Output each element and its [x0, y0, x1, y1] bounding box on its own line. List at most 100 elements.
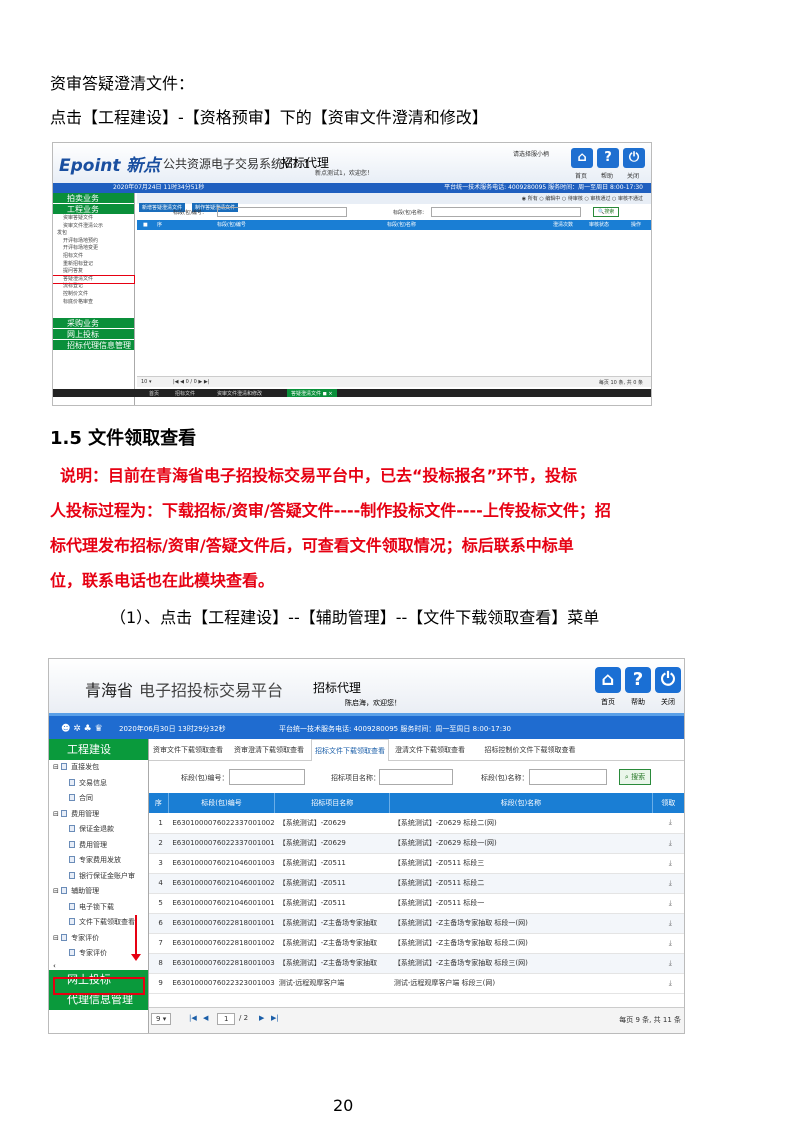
table-row: 7 E6301000076022818001002 【系统测试】-Z主备场专家抽取【… — [149, 933, 684, 954]
filter-project-input[interactable] — [379, 769, 453, 785]
select-all-checkbox[interactable]: ■ — [143, 220, 148, 230]
page-size-select[interactable]: 9 ▾ — [151, 1013, 172, 1025]
tab-clarify-download[interactable]: 澄清文件下载领取查看 — [391, 739, 469, 761]
bottom-tab-active[interactable]: 答疑澄清文件 ◼ × — [287, 389, 337, 397]
tree-item[interactable]: 资审答疑文件 — [53, 215, 134, 223]
tree-item-file-download[interactable]: 文件下载领取查看 — [49, 915, 148, 931]
col-project[interactable]: 招标项目名称 — [274, 793, 391, 813]
tree-item[interactable]: 合同 — [49, 791, 148, 807]
search-button[interactable]: ⌕ 搜索 — [619, 769, 651, 785]
side-group-engineering[interactable]: 工程建设 — [49, 739, 148, 760]
tree-item[interactable]: 专家费用发放 — [49, 853, 148, 869]
tab-tender-download[interactable]: 招标文件下载领取查看 — [311, 739, 389, 761]
side-group-auction[interactable]: 拍卖业务 — [53, 193, 134, 204]
first-page-button[interactable]: |◀ — [189, 1014, 197, 1022]
side-scrollbar[interactable]: ‹ — [49, 962, 148, 970]
filter-label-section: 标段(包)名称： — [481, 774, 529, 782]
side-group-agency[interactable]: 招标代理信息管理 — [53, 340, 134, 352]
side-group-bidding[interactable]: 网上投标 — [53, 329, 134, 341]
filter-code-input[interactable] — [229, 769, 305, 785]
tree-item[interactable]: 开评标场地变更 — [53, 245, 134, 253]
tab-prequal-clarify[interactable]: 资审澄清下载领取查看 — [229, 739, 309, 761]
download-icon[interactable]: ⤓ — [652, 953, 684, 974]
side-group-purchase[interactable]: 采购业务 — [53, 318, 134, 330]
col-status[interactable]: 审核状态 — [589, 220, 609, 230]
folder-icon — [61, 763, 68, 770]
tree-node[interactable]: ⊟ 直接发包 — [49, 760, 148, 776]
tab-control-price-download[interactable]: 招标控制价文件下载领取查看 — [471, 739, 589, 761]
radio-all[interactable]: ◉ 所有 — [522, 196, 538, 202]
bottom-tab[interactable]: 招标文件 — [175, 390, 195, 397]
table-row: 4 E6301000076021046001002 【系统测试】-Z0511 【系统测… — [149, 873, 684, 894]
page-icon — [69, 918, 75, 925]
bottom-tab[interactable]: 首页 — [149, 390, 159, 397]
download-icon[interactable]: ⤓ — [652, 853, 684, 874]
cell-section: 【系统测试】-Z主备场专家抽取 标段一(网) — [389, 913, 653, 934]
filter-code-input[interactable] — [217, 207, 347, 217]
tree-item[interactable]: 发包 — [53, 230, 134, 238]
tab-prequal-download[interactable]: 资审文件下载领取查看 — [149, 739, 227, 761]
filter-name-input[interactable] — [431, 207, 581, 217]
col-section[interactable]: 标段(包)名称 — [389, 793, 653, 813]
radio-rejected[interactable]: ○ 审核不通过 — [612, 196, 643, 202]
search-button[interactable]: 🔍搜索 — [593, 207, 620, 217]
side-group-engineering[interactable]: 工程业务 — [53, 204, 134, 215]
cell-code: E6301000076022818001002 — [168, 933, 275, 954]
power-icon[interactable]: ⏻ — [623, 148, 645, 168]
folder-icon — [61, 933, 68, 941]
col-name[interactable]: 标段(包)名称 — [387, 220, 416, 230]
download-icon[interactable]: ⤓ — [652, 813, 684, 834]
tree-item[interactable]: 标底价格审查 — [53, 299, 134, 307]
power-icon[interactable]: ⏻ — [655, 667, 681, 693]
tree-item[interactable]: 电子锁下载 — [49, 900, 148, 916]
tree-item[interactable]: 交易信息 — [49, 776, 148, 792]
tree-item[interactable]: 保证金退款 — [49, 822, 148, 838]
tree-item[interactable]: 银行保证金账户审 — [49, 869, 148, 885]
table-row: 3 E6301000076021046001003 【系统测试】-Z0511 【系统测… — [149, 853, 684, 874]
section-heading: 1.5 文件领取查看 — [50, 428, 197, 449]
cell-project: 【系统测试】-Z0511 — [274, 873, 390, 894]
download-icon[interactable]: ⤓ — [652, 913, 684, 934]
cell-section: 【系统测试】-Z0511 标段三 — [389, 853, 653, 874]
table-row: 8 E6301000076022818001003 【系统测试】-Z主备场专家抽取【… — [149, 953, 684, 974]
help-icon[interactable]: ? — [625, 667, 651, 693]
tree-item[interactable]: 提问答复 — [53, 268, 134, 276]
download-icon[interactable]: ⤓ — [652, 933, 684, 954]
col-code[interactable]: 标段(包)编号 — [168, 793, 276, 813]
home-icon[interactable]: ⌂ — [595, 667, 621, 693]
download-icon[interactable]: ⤓ — [652, 973, 684, 994]
col-count[interactable]: 澄清次数 — [553, 220, 573, 230]
download-icon[interactable]: ⤓ — [652, 893, 684, 914]
help-icon[interactable]: ? — [597, 148, 619, 168]
page-size-select[interactable]: 10 ▾ — [141, 379, 151, 385]
prev-page-button[interactable]: ◀ — [203, 1014, 208, 1022]
user-greeting: 陈启海，欢迎您！ — [345, 699, 401, 707]
radio-pending[interactable]: ○ 待审核 — [562, 196, 583, 202]
next-page-button[interactable]: ▶ — [259, 1014, 264, 1022]
note-line-2: 人投标过程为：下载招标/资审/答疑文件----制作投标文件----上传投标文件；… — [50, 501, 611, 520]
col-code[interactable]: 标段(包)编号 — [217, 220, 246, 230]
tree-node[interactable]: ⊟ 专家评价 — [49, 931, 148, 947]
page-nav[interactable]: |◀ ◀ 0 / 0 ▶ ▶| — [173, 379, 209, 385]
filter-label-project: 招标项目名称： — [331, 774, 380, 782]
tree-item[interactable]: 流标登记 — [53, 283, 134, 291]
tree-node[interactable]: ⊟ 辅助管理 — [49, 884, 148, 900]
tree-item[interactable]: 费用管理 — [49, 838, 148, 854]
home-label: 首页 — [601, 698, 615, 706]
tree-item[interactable]: 控制价文件 — [53, 291, 134, 299]
radio-approved[interactable]: ○ 审核通过 — [584, 196, 610, 202]
help-label: 帮助 — [631, 698, 645, 706]
download-icon[interactable]: ⤓ — [652, 833, 684, 854]
download-icon[interactable]: ⤓ — [652, 873, 684, 894]
bottom-tab[interactable]: 资审文件澄清和修改 — [217, 390, 262, 397]
cell-index: 4 — [149, 873, 169, 894]
home-icon[interactable]: ⌂ — [571, 148, 593, 168]
radio-editing[interactable]: ○ 编辑中 — [539, 196, 560, 202]
cell-code: E6301000076021046001003 — [168, 853, 275, 874]
page-number-input[interactable]: 1 — [217, 1013, 236, 1025]
last-page-button[interactable]: ▶| — [271, 1014, 279, 1022]
tree-item[interactable]: 招标文件 — [53, 253, 134, 261]
tree-node[interactable]: ⊟ 费用管理 — [49, 807, 148, 823]
filter-section-input[interactable] — [529, 769, 607, 785]
cell-section: 【系统测试】-Z0629 标段二(网) — [389, 813, 653, 834]
